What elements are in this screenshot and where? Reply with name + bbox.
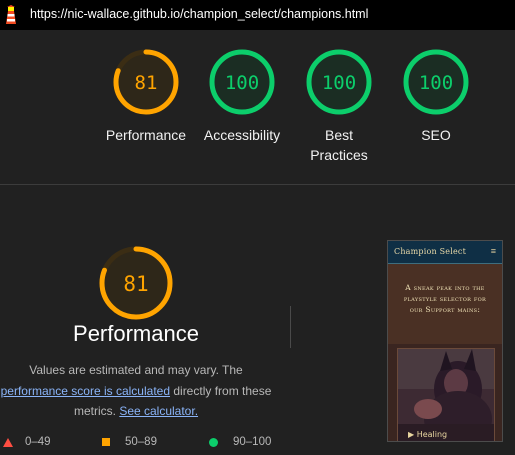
- performance-score: 81: [123, 272, 148, 296]
- gauge-score: 81: [135, 72, 158, 94]
- category-gauges: 81 Performance 100 Accessibility 100 Best Pra…: [0, 48, 515, 178]
- lighthouse-icon: [6, 5, 16, 24]
- performance-description: Values are estimated and may vary. The p…: [0, 360, 272, 422]
- desc-line2: directly from these: [170, 383, 272, 398]
- average-square-icon: [102, 438, 110, 446]
- pass-circle-icon: [209, 437, 218, 447]
- thumbnail-art-label: ▶ Healing: [408, 430, 448, 439]
- gauge-score: 100: [225, 72, 259, 94]
- gauge-label: Best Practices: [310, 127, 368, 163]
- thumbnail-header: Champion Select ≡: [388, 241, 502, 264]
- gauge-label: Accessibility: [203, 127, 281, 143]
- gauge-accessibility[interactable]: 100 Accessibility: [194, 48, 290, 145]
- score-gauge: 81: [113, 49, 179, 115]
- score-gauge: 100: [209, 49, 275, 115]
- section-divider: [0, 184, 515, 185]
- gauge-seo[interactable]: 100 SEO: [388, 48, 484, 145]
- gauge-best-practices[interactable]: 100 Best Practices: [291, 48, 387, 165]
- legend-fail-range: 0–49: [25, 436, 51, 448]
- gauge-score: 100: [322, 72, 356, 94]
- menu-icon: ≡: [490, 246, 496, 256]
- legend-pass-range: 90–100: [233, 436, 272, 448]
- gauge-performance[interactable]: 81 Performance: [98, 48, 194, 145]
- thumbnail-caption: A sneak peak into the playstyle selector…: [403, 283, 487, 314]
- page-screenshot-thumbnail[interactable]: Champion Select ≡ A sneak peak into the …: [387, 240, 503, 442]
- vertical-divider: [290, 306, 291, 348]
- champion-artwork: ▶ Healing: [397, 348, 495, 441]
- url-bar: https://nic-wallace.github.io/champion_s…: [0, 0, 515, 30]
- gauge-label: Performance: [105, 127, 187, 143]
- performance-title: Performance: [73, 321, 199, 346]
- score-gauge: 100: [403, 49, 469, 115]
- see-calculator-link[interactable]: See calculator.: [119, 404, 198, 418]
- gauge-label: SEO: [421, 127, 451, 143]
- score-legend: 0–49 50–89 90–100: [0, 434, 300, 452]
- legend-average-range: 50–89: [125, 436, 157, 448]
- performance-gauge: 81: [99, 246, 173, 320]
- score-gauge: 100: [306, 49, 372, 115]
- legend-average: 50–89: [102, 436, 157, 448]
- desc-line3: metrics.: [73, 404, 120, 418]
- thumbnail-title: Champion Select: [394, 247, 467, 256]
- thumbnail-body: A sneak peak into the playstyle selector…: [388, 264, 502, 441]
- fail-triangle-icon: [3, 437, 13, 447]
- gauge-score: 100: [419, 72, 453, 94]
- score-calculation-link[interactable]: performance score is calculated: [1, 384, 170, 398]
- legend-fail: 0–49: [3, 436, 51, 448]
- legend-pass: 90–100: [209, 436, 271, 448]
- page-url[interactable]: https://nic-wallace.github.io/champion_s…: [30, 7, 368, 21]
- desc-line1: Values are estimated and may vary. The: [29, 363, 243, 377]
